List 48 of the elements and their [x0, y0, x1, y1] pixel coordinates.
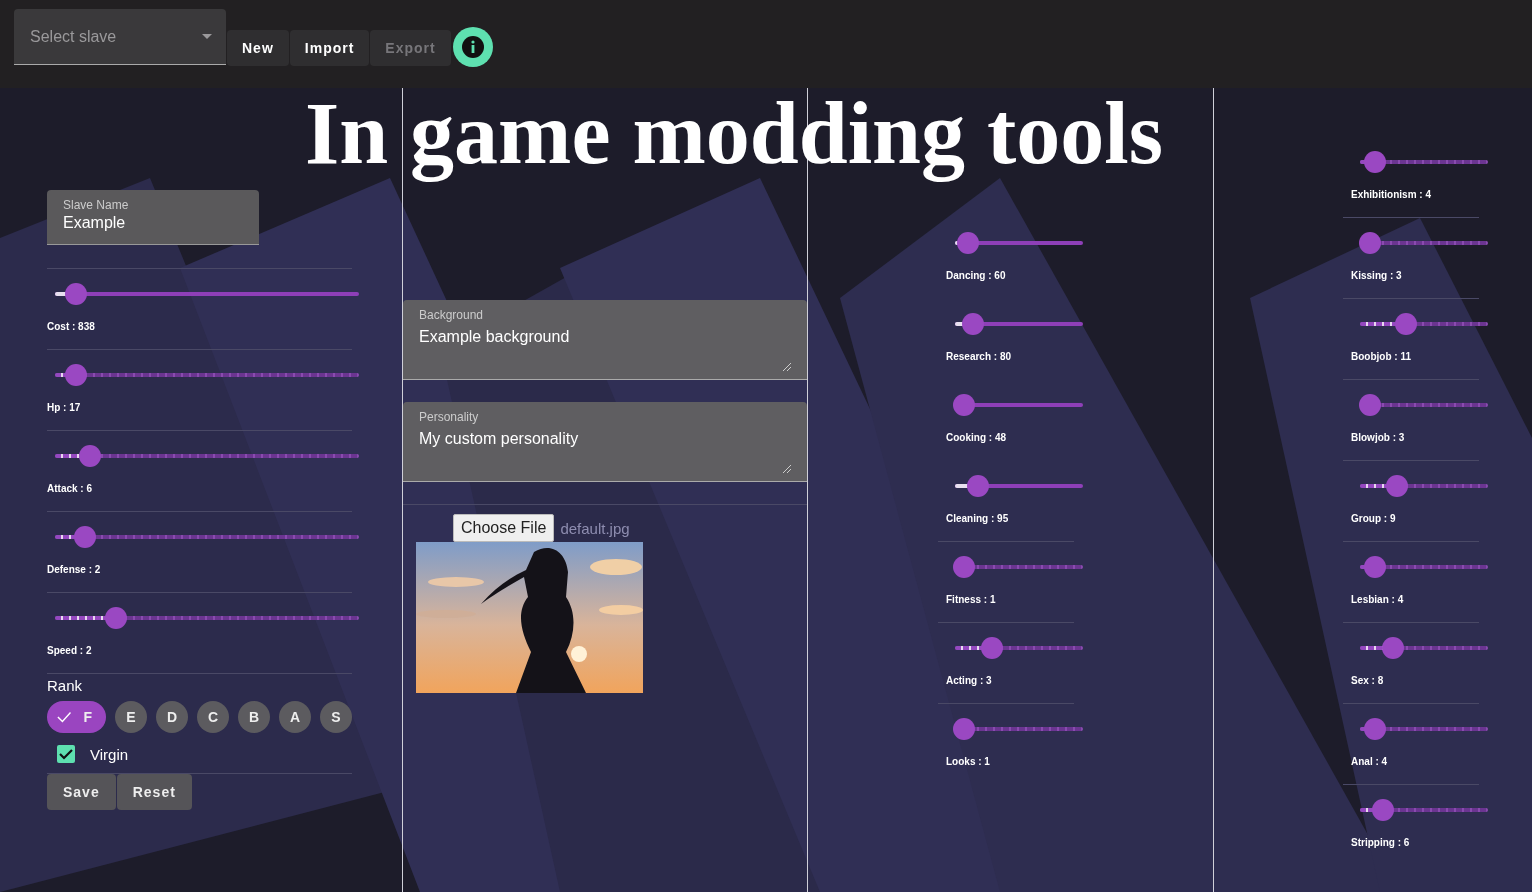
slider-label: Exhibitionism : 4: [1351, 188, 1432, 202]
slider-label: Boobjob : 11: [1351, 350, 1412, 364]
choose-file-button[interactable]: Choose File: [453, 514, 555, 542]
resize-handle-icon[interactable]: [783, 363, 791, 371]
form-button[interactable]: Save: [47, 774, 116, 810]
slider-label: Kissing : 3: [1351, 269, 1403, 283]
field-label: Background: [419, 308, 485, 322]
slider-label: Group : 9: [1351, 512, 1397, 526]
slider-label: Blowjob : 3: [1351, 431, 1406, 445]
slider-label: Sex : 8: [1351, 674, 1385, 688]
slider-label: Speed : 2: [47, 644, 93, 658]
field-value: Example: [63, 213, 127, 233]
field-label: Personality: [419, 410, 480, 424]
field-label: Slave Name: [63, 198, 130, 212]
slider-label: Dancing : 60: [946, 269, 1007, 283]
slider-label: Acting : 3: [946, 674, 993, 688]
slider-label: Looks : 1: [946, 755, 991, 769]
check-icon: [57, 711, 72, 723]
form-button[interactable]: Reset: [116, 774, 192, 810]
name-field[interactable]: Slave Name Example: [47, 190, 259, 245]
slider-label: Defense : 2: [47, 563, 102, 577]
slider-label: Hp : 17: [47, 401, 82, 415]
slider-label: Cost : 838: [47, 320, 96, 334]
checkbox-label: Virgin: [90, 745, 129, 763]
virgin-checkbox[interactable]: [57, 745, 75, 763]
field-value: My custom personality: [419, 429, 580, 449]
slider-thumb[interactable]: [1359, 232, 1382, 254]
slider-label: Stripping : 6: [1351, 836, 1411, 850]
file-name: default.jpg: [560, 519, 630, 537]
info-icon[interactable]: [452, 27, 493, 67]
slider-label: Fitness : 1: [946, 593, 997, 607]
rank-chip[interactable]: F: [47, 701, 106, 733]
slider-label: Cleaning : 95: [946, 512, 1010, 526]
toolbar-button[interactable]: New: [227, 30, 289, 66]
toolbar-button[interactable]: Import: [289, 30, 370, 66]
slider-label: Lesbian : 4: [1351, 593, 1405, 607]
slave-select[interactable]: Select slave: [14, 9, 226, 65]
text-area[interactable]: Background Example background: [403, 300, 807, 380]
text-area[interactable]: Personality My custom personality: [403, 402, 807, 482]
caret-icon: [202, 34, 212, 39]
field-value: Example background: [419, 327, 571, 347]
slider-label: Research : 80: [946, 350, 1013, 364]
slider-thumb[interactable]: [1364, 151, 1387, 173]
slider-label: Attack : 6: [47, 482, 93, 496]
slider-label: Cooking : 48: [946, 431, 1007, 445]
rank-label: Rank: [47, 676, 84, 696]
resize-handle-icon[interactable]: [783, 465, 791, 473]
slider-label: Anal : 4: [1351, 755, 1389, 769]
